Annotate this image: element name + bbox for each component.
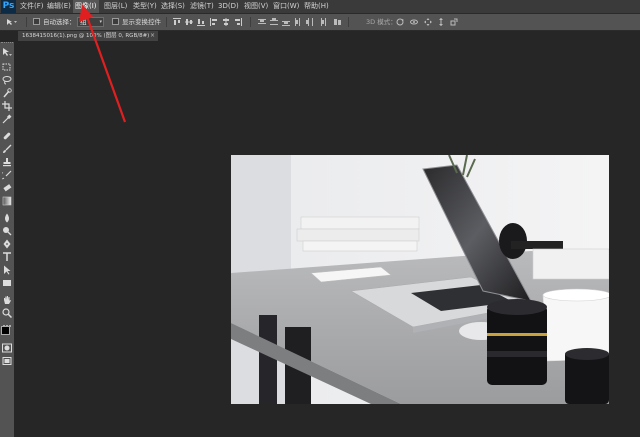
show-transform-checkbox[interactable] [112,18,119,25]
auto-select-value: 组 [80,18,87,26]
align-vcenter-icon[interactable] [185,18,193,26]
photoshop-logo: Ps [1,0,16,13]
show-transform-label: 显示变换控件 [122,18,161,26]
rectangle-tool-icon[interactable] [2,278,12,288]
distribute-vcenter-icon[interactable] [270,18,278,26]
tools-panel [0,42,14,437]
align-bottom-icon[interactable] [197,18,205,26]
options-separator [166,17,167,27]
document-canvas[interactable] [231,155,609,404]
auto-select-dropdown[interactable]: 组 ▾ [77,17,104,27]
lasso-tool-icon[interactable] [2,75,12,85]
3d-slide-icon[interactable] [437,18,445,26]
align-hcenter-icon[interactable] [222,18,230,26]
menu-view[interactable]: 视图(V) [244,0,268,13]
dodge-tool-icon[interactable] [2,226,12,236]
distribute-left-icon[interactable] [294,18,302,26]
distribute-top-icon[interactable] [258,18,266,26]
brush-tool-icon[interactable] [2,144,12,154]
3d-roll-icon[interactable] [410,18,418,26]
auto-align-icon[interactable] [334,18,342,26]
3d-rotate-icon[interactable] [396,18,404,26]
marquee-tool-icon[interactable] [2,62,12,72]
blur-tool-icon[interactable] [2,213,12,223]
pen-tool-icon[interactable] [2,239,12,249]
move-tool-preset-icon[interactable] [6,18,17,26]
screen-mode-icon[interactable] [2,356,12,366]
history-brush-tool-icon[interactable] [2,170,12,180]
quick-mask-icon[interactable] [2,343,12,353]
menu-bar: Ps 文件(F) 编辑(E) 图像(I) 图层(L) 类型(Y) 选择(S) 滤… [0,0,640,14]
options-bar: 自动选择： 组 ▾ 显示变换控件 3D 模式： [0,14,640,31]
desk-laptop-photo [231,155,609,404]
options-separator [250,17,251,27]
type-tool-icon[interactable] [2,252,12,262]
3d-mode-label: 3D 模式： [366,18,397,26]
auto-select-checkbox[interactable] [33,18,40,25]
hand-tool-icon[interactable] [2,295,12,305]
menu-type[interactable]: 类型(Y) [133,0,157,13]
3d-scale-icon[interactable] [450,18,458,26]
distribute-bottom-icon[interactable] [282,18,290,26]
distribute-hcenter-icon[interactable] [306,18,314,26]
distribute-right-icon[interactable] [318,18,326,26]
path-select-tool-icon[interactable] [2,265,12,275]
document-tab[interactable]: 1638415016(1).png @ 100% (图层 0, RGB/8#) … [18,31,158,41]
zoom-tool-icon[interactable] [2,308,12,318]
options-separator [348,17,349,27]
options-separator [26,17,27,27]
menu-file[interactable]: 文件(F) [20,0,44,13]
align-top-icon[interactable] [173,18,181,26]
menu-help[interactable]: 帮助(H) [304,0,329,13]
gradient-tool-icon[interactable] [2,196,12,206]
move-tool-icon[interactable] [2,47,12,57]
panel-grip[interactable] [1,42,13,46]
clone-stamp-tool-icon[interactable] [2,157,12,167]
quick-select-tool-icon[interactable] [2,88,12,98]
menu-select[interactable]: 选择(S) [161,0,185,13]
eraser-tool-icon[interactable] [2,183,12,193]
align-left-icon[interactable] [210,18,218,26]
menu-layer[interactable]: 图层(L) [104,0,127,13]
menu-3d[interactable]: 3D(D) [218,0,239,13]
menu-image[interactable]: 图像(I) [73,0,99,13]
healing-brush-tool-icon[interactable] [2,131,12,141]
menu-filter[interactable]: 滤镜(T) [190,0,214,13]
menu-edit[interactable]: 编辑(E) [47,0,71,13]
menu-window[interactable]: 窗口(W) [273,0,299,13]
chevron-down-icon: ▾ [99,19,102,25]
close-tab-icon[interactable]: × [150,31,155,41]
document-tab-title: 1638415016(1).png @ 100% (图层 0, RGB/8#) [22,33,150,39]
align-right-icon[interactable] [234,18,242,26]
crop-tool-icon[interactable] [2,101,12,111]
eyedropper-tool-icon[interactable] [2,114,12,124]
3d-pan-icon[interactable] [424,18,432,26]
foreground-color-swatch[interactable] [1,326,10,335]
auto-select-label: 自动选择： [43,18,76,26]
